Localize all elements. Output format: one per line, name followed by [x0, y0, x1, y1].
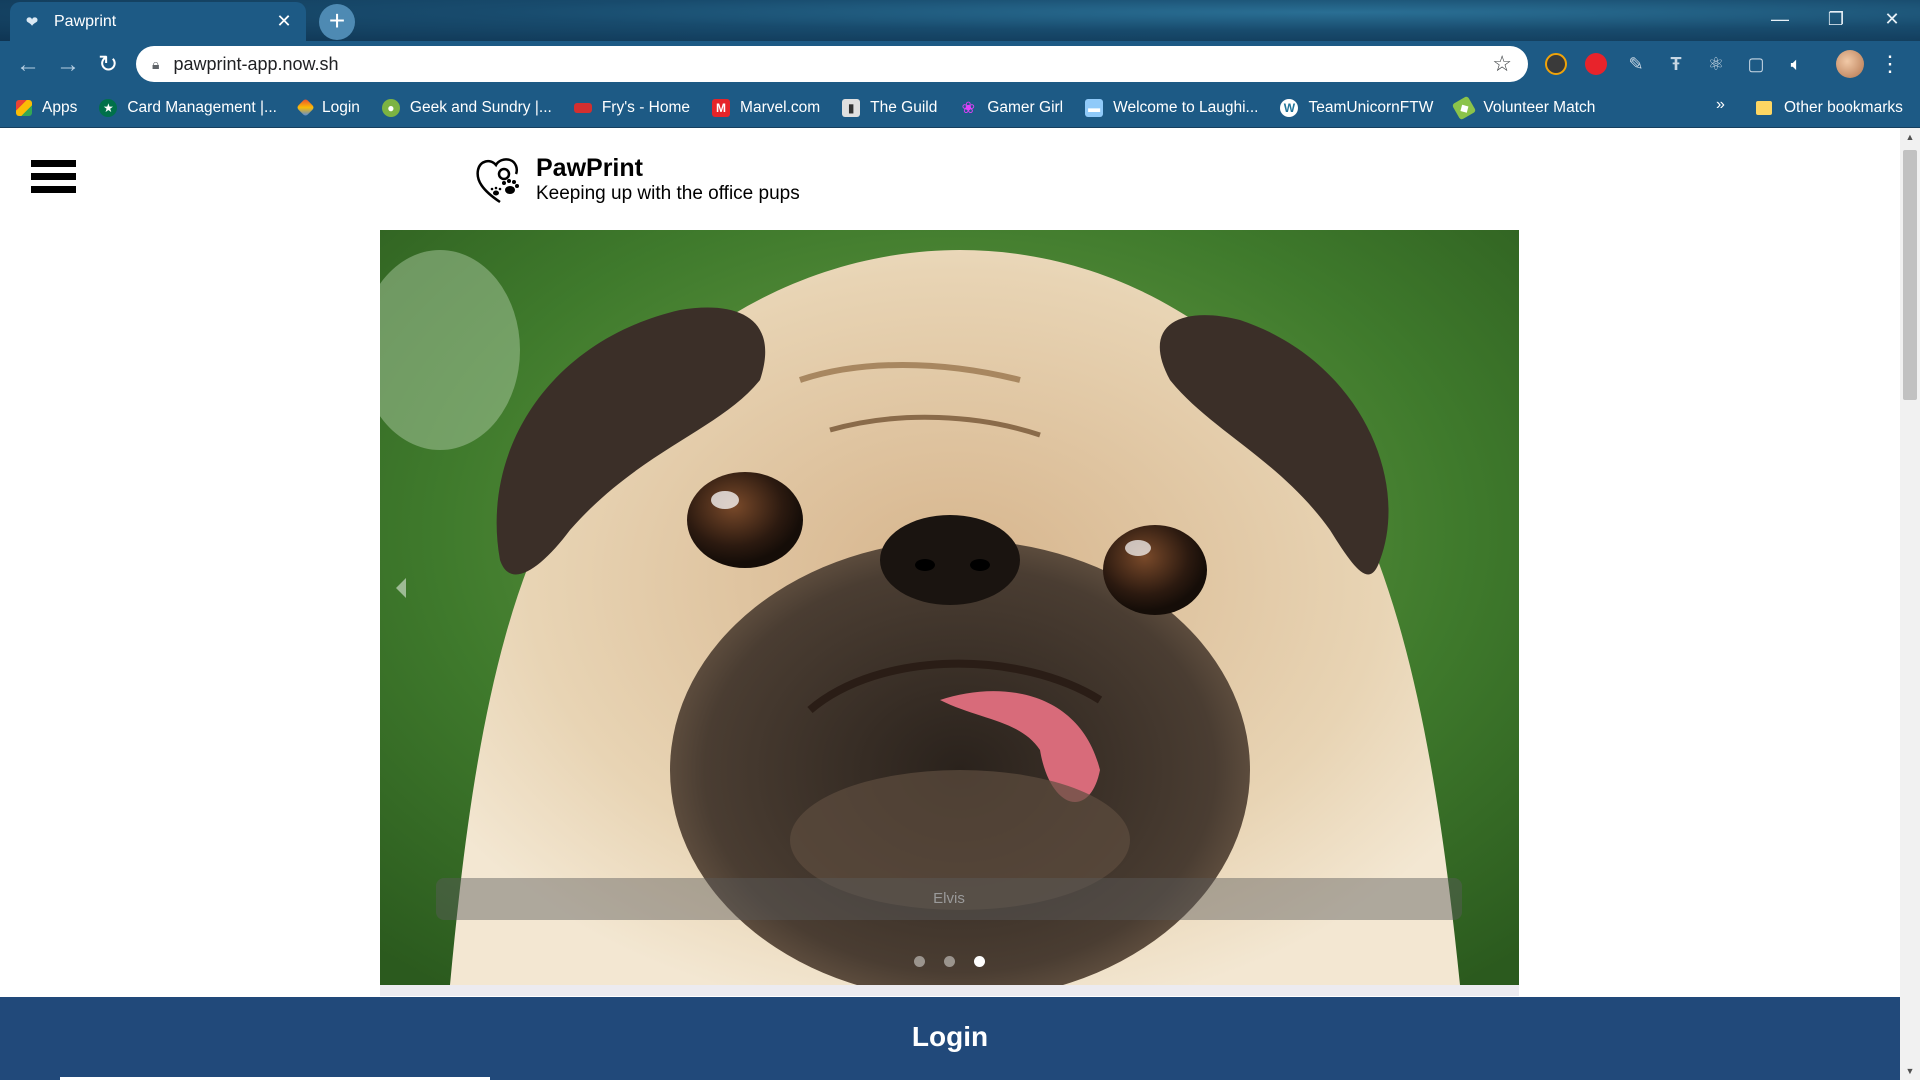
browser-toolbar: ← → ↻ 🔒︎ pawprint-app.now.sh ☆ ✎ Ŧ ⚛ ▢ 🔈… [0, 41, 1920, 88]
amazon-extension-icon[interactable] [1536, 46, 1576, 82]
lightbulb-extension-icon[interactable]: ▢ [1736, 46, 1776, 82]
bookmark-label: The Guild [870, 98, 938, 116]
frys-icon [573, 102, 592, 113]
login-bar[interactable]: Login [0, 997, 1900, 1080]
forward-button[interactable]: → [48, 45, 88, 85]
reload-button[interactable]: ↻ [88, 45, 128, 85]
bookmarks-overflow-button[interactable]: » [1716, 96, 1725, 114]
chrome-menu-icon[interactable]: ⋮ [1870, 46, 1910, 82]
marvel-icon: M [712, 98, 731, 117]
bookmark-the-guild[interactable]: ▮ The Guild [842, 98, 938, 117]
lastpass-extension-icon[interactable] [1576, 46, 1616, 82]
carousel-prev-arrow-icon[interactable] [390, 570, 410, 606]
site-title: PawPrint [536, 154, 643, 182]
site-brand: PawPrint Keeping up with the office pups [472, 152, 800, 208]
bookmark-gamer-girl[interactable]: ❀ Gamer Girl [959, 98, 1064, 117]
browser-titlebar: ❤ Pawprint ✕ + — ❐ ✕ [0, 0, 1920, 41]
bookmark-label: Login [321, 98, 360, 116]
t-extension-icon[interactable]: Ŧ [1656, 46, 1696, 82]
bookmark-star-icon[interactable]: ☆ [1492, 51, 1512, 77]
diamond-icon [296, 98, 315, 117]
minimize-window-button[interactable]: — [1752, 0, 1808, 38]
carousel-indicators [380, 956, 1519, 967]
heart-paw-logo-icon [476, 158, 519, 204]
page-viewport: PawPrint Keeping up with the office pups [0, 128, 1900, 1080]
carousel-bottom-edge [380, 985, 1519, 996]
scroll-down-arrow-icon[interactable]: ▼ [1900, 1062, 1920, 1080]
hamburger-menu-icon[interactable] [31, 160, 76, 198]
site-tagline: Keeping up with the office pups [536, 183, 800, 204]
bookmark-label: Fry's - Home [601, 98, 691, 116]
apps-grid-icon [16, 99, 32, 116]
bookmark-label: Gamer Girl [987, 98, 1064, 116]
carousel-dot-1[interactable] [914, 956, 925, 967]
back-button[interactable]: ← [8, 45, 48, 85]
laughing-icon: ▬ [1085, 98, 1104, 117]
close-window-button[interactable]: ✕ [1864, 0, 1920, 38]
tab-title: Pawprint [54, 12, 117, 30]
bookmark-label: Geek and Sundry |... [409, 98, 552, 116]
address-bar[interactable]: 🔒︎ pawprint-app.now.sh ☆ [136, 46, 1528, 82]
bookmark-login[interactable]: Login [296, 98, 360, 117]
bookmark-frys-home[interactable]: Fry's - Home [573, 98, 691, 117]
bookmark-volunteer-match[interactable]: ◆ Volunteer Match [1452, 95, 1596, 120]
bookmark-label: Card Management |... [127, 98, 277, 116]
tab-close-icon[interactable]: ✕ [274, 11, 294, 32]
bookmark-card-management[interactable]: ★ Card Management |... [99, 98, 277, 117]
photo-carousel[interactable]: Elvis [380, 230, 1519, 985]
the-guild-icon: ▮ [842, 98, 861, 117]
bookmark-label: TeamUnicornFTW [1308, 98, 1434, 116]
url-text[interactable]: pawprint-app.now.sh [173, 54, 1492, 75]
bookmark-apps[interactable]: Apps [16, 99, 77, 117]
bookmark-geek-and-sundry[interactable]: ● Geek and Sundry |... [381, 98, 552, 117]
browser-tab-active[interactable]: ❤ Pawprint ✕ [10, 2, 306, 41]
pug-photo [380, 230, 1519, 985]
bookmark-label: Apps [42, 98, 78, 116]
carousel-dot-2[interactable] [944, 956, 955, 967]
geek-sundry-icon: ● [381, 98, 400, 117]
react-devtools-icon[interactable]: ⚛ [1696, 46, 1736, 82]
extensions-row: ✎ Ŧ ⚛ ▢ 🔈︎ ⋮ [1536, 46, 1910, 82]
scroll-up-arrow-icon[interactable]: ▲ [1900, 128, 1920, 146]
page-scrollbar[interactable]: ▲ ▼ [1900, 128, 1920, 1080]
scrollbar-thumb[interactable] [1903, 150, 1917, 400]
login-button[interactable]: Login [0, 997, 1900, 1077]
speaker-extension-icon[interactable]: 🔈︎ [1776, 46, 1816, 82]
bookmark-label: Marvel.com [740, 98, 821, 116]
slide-caption: Elvis [436, 878, 1462, 920]
wordpress-icon: W [1280, 98, 1299, 117]
starbucks-icon: ★ [99, 98, 118, 117]
bookmarks-bar: Apps ★ Card Management |... Login ● Geek… [0, 88, 1920, 128]
volunteer-icon: ◆ [1452, 95, 1477, 120]
paw-favicon-icon: ❤ [25, 13, 39, 31]
bookmark-teamunicornftw[interactable]: W TeamUnicornFTW [1280, 98, 1434, 117]
profile-avatar[interactable] [1830, 46, 1870, 82]
folder-icon [1756, 101, 1772, 115]
lock-icon: 🔒︎ [152, 55, 160, 72]
other-bookmarks-label: Other bookmarks [1784, 99, 1903, 116]
gamer-girl-icon: ❀ [961, 99, 976, 117]
restore-window-button[interactable]: ❐ [1808, 0, 1864, 38]
pen-extension-icon[interactable]: ✎ [1616, 46, 1656, 82]
bookmark-label: Welcome to Laughi... [1113, 98, 1259, 116]
bookmark-welcome-to-laughing[interactable]: ▬ Welcome to Laughi... [1085, 98, 1259, 117]
carousel-dot-3[interactable] [974, 956, 985, 967]
other-bookmarks-folder[interactable]: Other bookmarks [1756, 88, 1903, 128]
new-tab-button[interactable]: + [319, 4, 355, 40]
bookmark-marvel[interactable]: M Marvel.com [712, 98, 821, 117]
bookmark-label: Volunteer Match [1483, 98, 1596, 116]
